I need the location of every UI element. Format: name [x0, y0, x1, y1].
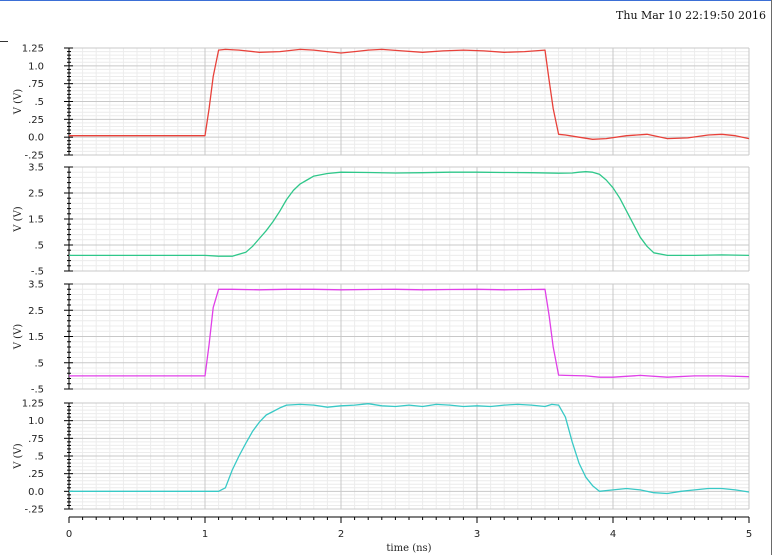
- y-axis-label: V (V): [13, 324, 24, 351]
- x-tick-label: 0: [66, 529, 72, 540]
- y-tick-label: 1.0: [28, 61, 44, 72]
- y-tick-label: 3.5: [28, 280, 44, 291]
- waveform-plot: -.250.0.25.5.751.01.25V (V)-.5.51.52.53.…: [13, 44, 752, 555]
- x-tick-label: 2: [338, 529, 344, 540]
- y-tick-label: 0.0: [28, 487, 44, 498]
- y-tick-label: 1.25: [22, 399, 44, 410]
- x-axis-label: time (ns): [386, 543, 431, 554]
- y-tick-label: 3.5: [28, 163, 44, 174]
- y-tick-label: 2.5: [28, 189, 44, 200]
- x-tick-label: 4: [610, 529, 616, 540]
- x-tick-label: 1: [202, 529, 208, 540]
- y-tick-label: .75: [28, 434, 44, 445]
- y-tick-label: 1.5: [28, 332, 44, 343]
- y-axis-label: V (V): [13, 89, 24, 116]
- panel-3: -.5 .5 1.5 2.5 3.5 V (V): [13, 280, 750, 396]
- panel-1: -.25 0.0 .25 .5 .75 1.0 1.25 V (V): [13, 44, 750, 162]
- y-tick-label: 1.0: [28, 416, 44, 427]
- panel-4: -.25 0.0 .25 .5 .75 1.0 1.25 V (V): [13, 399, 750, 516]
- y-tick-label: -.5: [31, 267, 44, 278]
- y-tick-label: -.25: [24, 505, 44, 516]
- y-tick-label: 1.25: [22, 44, 44, 55]
- y-tick-label: .25: [28, 469, 44, 480]
- y-axis-label: V (V): [13, 206, 24, 233]
- y-tick-label: -.25: [24, 151, 44, 162]
- y-tick-label: -.5: [31, 385, 44, 396]
- y-tick-label: .5: [34, 241, 44, 252]
- x-tick-label: 3: [474, 529, 480, 540]
- x-tick-label: 5: [746, 529, 752, 540]
- y-tick-label: .75: [28, 79, 44, 90]
- panel-2: -.5 .5 1.5 2.5 3.5 V (V): [13, 163, 750, 278]
- y-tick-label: 1.5: [28, 215, 44, 226]
- y-tick-label: 0.0: [28, 133, 44, 144]
- y-tick-label: .5: [34, 452, 44, 463]
- y-tick-label: .25: [28, 115, 44, 126]
- y-tick-label: 2.5: [28, 306, 44, 317]
- y-tick-label: .5: [34, 97, 44, 108]
- y-axis-label: V (V): [13, 443, 24, 470]
- y-tick-label: .5: [34, 358, 44, 369]
- x-axis: 0 1 2 3 4 5 time (ns): [66, 516, 752, 554]
